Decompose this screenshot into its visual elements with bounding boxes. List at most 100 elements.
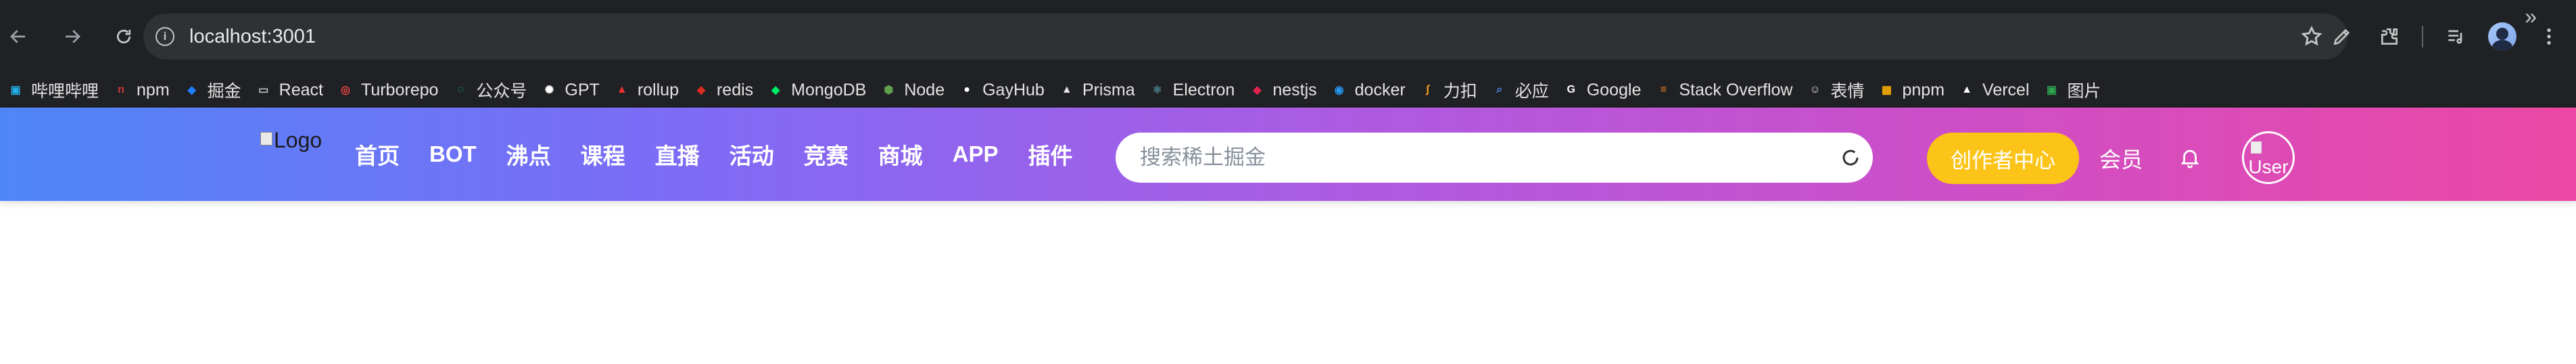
electron-icon: ⚛ (1152, 85, 1162, 96)
nav-link[interactable]: 竞赛 (804, 138, 849, 170)
bookmark-item[interactable]: ∫ 力扣 (1412, 76, 1484, 104)
search-input[interactable] (1139, 145, 1815, 170)
logo[interactable]: Logo (260, 128, 322, 153)
user-avatar[interactable]: User (2242, 131, 2295, 184)
bookmark-item[interactable]: n npm (105, 76, 176, 104)
bookmark-item[interactable]: ▣ 图片 (2036, 76, 2108, 104)
bookmark-item[interactable]: ⚛ Electron (1142, 76, 1242, 104)
bookmark-item[interactable]: ◎ Turborepo (330, 76, 445, 104)
juejin-icon: ◆ (187, 85, 196, 96)
bookmark-item[interactable]: ⬢ Node (873, 76, 951, 104)
bookmark-label: Stack Overflow (1679, 80, 1793, 99)
bookmark-item[interactable]: ◆ MongoDB (760, 76, 873, 104)
bookmark-item[interactable]: ◆ nestjs (1241, 76, 1323, 104)
bookmark-label: rollup (637, 80, 679, 99)
docker-icon: ◉ (1334, 85, 1344, 96)
bookmark-item[interactable]: G Google (1556, 76, 1648, 104)
bing-search-icon: ⌕ (1496, 84, 1503, 95)
bookmark-label: nestjs (1272, 80, 1317, 99)
bell-icon[interactable] (2178, 146, 2201, 169)
bookmark-item[interactable]: ▲ Prisma (1051, 76, 1142, 104)
bookmark-label: GPT (565, 80, 600, 99)
bookmark-item[interactable]: ✺ GPT (533, 76, 606, 104)
chevron-double-right-icon[interactable]: » (2525, 4, 2537, 29)
bookmark-label: 哔哩哔哩 (31, 82, 99, 101)
address-bar[interactable]: i localhost:3001 (143, 14, 2347, 60)
nodejs-icon: ⬢ (884, 85, 894, 96)
bookmark-item[interactable]: ◆ 掘金 (176, 76, 248, 104)
bookmark-label: Prisma (1082, 80, 1135, 99)
bookmark-label: Vercel (1982, 80, 2030, 99)
bookmark-label: redis (716, 80, 754, 99)
toolbar-divider (2422, 25, 2423, 47)
broken-image-icon (260, 132, 272, 145)
nav-link[interactable]: APP (953, 141, 999, 167)
bookmark-item[interactable]: ▣ 哔哩哔哩 (0, 76, 105, 104)
bilibili-icon: ▣ (10, 85, 21, 96)
browser-toolbar: i localhost:3001 (0, 0, 2576, 72)
reload-icon[interactable] (105, 18, 142, 55)
site-info-icon[interactable]: i (156, 27, 174, 46)
bookmark-label: Node (904, 80, 945, 99)
bookmark-item[interactable]: ⌕ 必应 (1484, 76, 1556, 104)
redis-icon: ◆ (696, 85, 706, 96)
bookmark-item[interactable]: ≡ Stack Overflow (1648, 76, 1799, 104)
profile-avatar[interactable] (2488, 22, 2517, 51)
loading-spinner-icon (1842, 150, 1859, 166)
address-url[interactable]: localhost:3001 (189, 26, 316, 48)
bookmark-item[interactable]: ◌ 公众号 (445, 76, 533, 104)
bookmark-item[interactable]: ◉ docker (1324, 76, 1412, 104)
image-tool-icon: ▣ (2046, 85, 2057, 96)
extensions-icon[interactable] (2375, 22, 2404, 51)
back-arrow-icon[interactable] (0, 18, 37, 55)
stackoverflow-icon: ≡ (1660, 84, 1667, 95)
main-nav: 首页 BOT 沸点 课程 直播 活动 竞赛 商城 APP 插件 (355, 108, 1103, 201)
search-box[interactable] (1116, 133, 1873, 183)
npm-icon: n (118, 84, 124, 95)
nav-link[interactable]: BOT (429, 141, 477, 167)
pen-icon[interactable] (2327, 22, 2357, 51)
bookmark-label: React (279, 80, 323, 99)
forward-arrow-icon[interactable] (54, 18, 91, 55)
bookmark-label: Electron (1172, 80, 1235, 99)
openai-icon: ✺ (544, 85, 554, 96)
bookmark-item[interactable]: ▲ rollup (606, 76, 686, 104)
prisma-icon: ▲ (1061, 84, 1072, 95)
bookmark-label: 必应 (1514, 82, 1549, 101)
bookmark-label: pnpm (1902, 80, 1945, 99)
nav-link[interactable]: 沸点 (506, 138, 551, 170)
nav-link[interactable]: 活动 (730, 138, 774, 170)
nav-link[interactable]: 商城 (878, 138, 923, 170)
media-queue-icon[interactable] (2441, 22, 2471, 51)
emoji-icon: ☺ (1809, 84, 1821, 95)
bookmark-label: 掘金 (207, 82, 241, 101)
bookmark-item[interactable]: ● GayHub (951, 76, 1051, 104)
github-icon: ● (963, 84, 970, 95)
nestjs-icon: ◆ (1253, 85, 1262, 96)
nav-link[interactable]: 插件 (1028, 138, 1073, 170)
bookmark-label: Google (1586, 80, 1642, 99)
nav-link[interactable]: 直播 (655, 138, 700, 170)
member-link[interactable]: 会员 (2099, 143, 2143, 174)
bookmark-item[interactable]: ☺ 表情 (1799, 76, 1871, 104)
bookmark-item[interactable]: ▦ pnpm (1871, 76, 1951, 104)
bookmark-label: npm (137, 80, 170, 99)
broken-image-icon (2251, 141, 2262, 154)
bookmark-label: GayHub (982, 80, 1045, 99)
bookmark-label: MongoDB (791, 80, 867, 99)
bookmark-item[interactable]: ▲ Vercel (1951, 76, 2036, 104)
mongodb-icon: ◆ (771, 85, 780, 96)
bookmark-label: 图片 (2067, 82, 2101, 101)
bookmark-item[interactable]: ▭ React (248, 76, 330, 104)
creator-center-button[interactable]: 创作者中心 (1927, 133, 2079, 184)
bookmark-label: Turborepo (360, 80, 439, 99)
nav-link[interactable]: 课程 (581, 138, 625, 170)
google-icon: G (1567, 84, 1575, 95)
bookmark-item[interactable]: ◆ redis (686, 76, 760, 104)
turborepo-icon: ◎ (341, 85, 350, 96)
nav-link[interactable]: 首页 (355, 138, 400, 170)
rollup-icon: ▲ (616, 84, 627, 95)
bookmark-label: 公众号 (476, 82, 527, 101)
kebab-menu-icon[interactable] (2534, 22, 2564, 51)
bookmark-label: docker (1354, 80, 1406, 99)
